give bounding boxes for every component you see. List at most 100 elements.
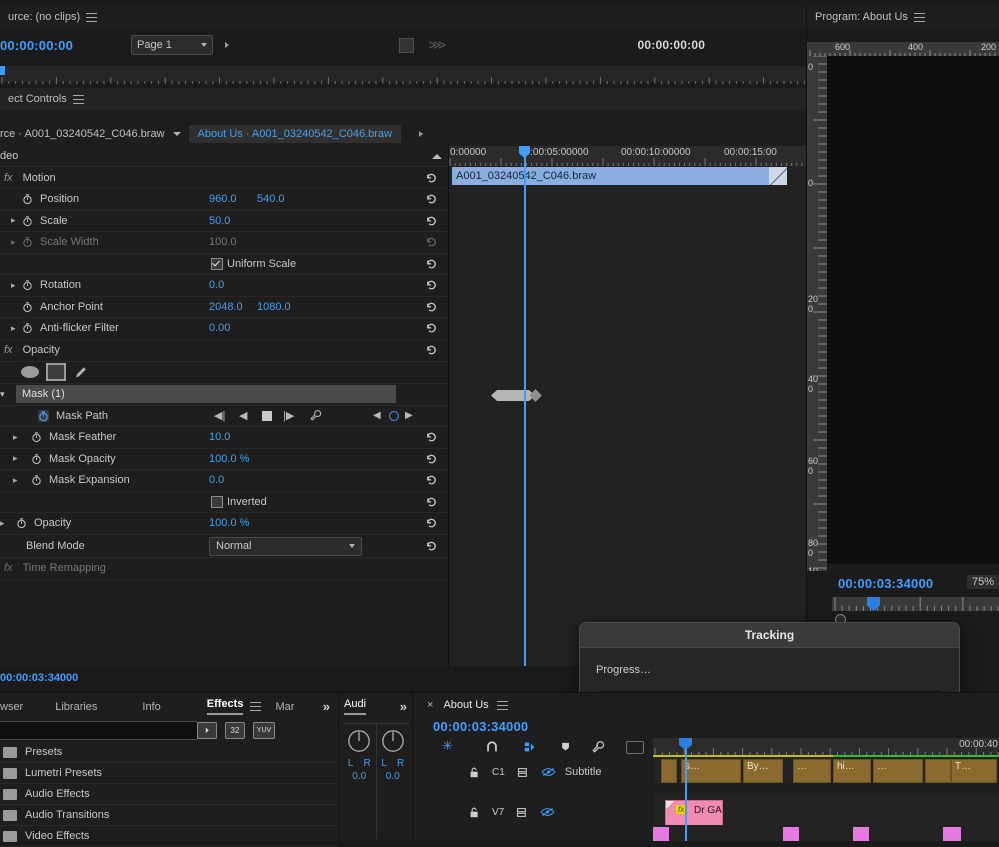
track-stop-icon[interactable] <box>262 410 272 421</box>
wrench-icon[interactable] <box>591 740 605 754</box>
stopwatch-icon[interactable] <box>22 193 33 205</box>
tab-markers[interactable]: Mar <box>275 701 294 713</box>
expand-arrow-icon[interactable]: ▸ <box>13 475 18 486</box>
property-mask-feather[interactable]: ▸ Mask Feather 10.0 <box>0 427 448 449</box>
reset-icon[interactable] <box>425 193 438 206</box>
ellipse-mask-icon[interactable] <box>21 366 39 378</box>
expand-arrow-icon[interactable]: ▸ <box>0 518 5 529</box>
track-clips-v7[interactable]: fx Dr GA <box>653 793 999 826</box>
film-strip-icon[interactable] <box>399 37 415 53</box>
timeline-clip-magenta[interactable] <box>653 827 669 841</box>
unlock-icon[interactable] <box>469 766 480 779</box>
clip-dropdown-icon[interactable] <box>172 132 181 136</box>
timeline-clip-magenta[interactable] <box>943 827 961 841</box>
reset-icon[interactable] <box>425 452 438 465</box>
reset-icon[interactable] <box>425 344 438 357</box>
effect-header-motion[interactable]: fx Motion <box>0 167 448 189</box>
reset-icon[interactable] <box>425 474 438 487</box>
mask-row[interactable]: ▾ Mask (1) <box>0 383 448 406</box>
timeline-clip-magenta[interactable] <box>783 827 799 841</box>
ec-time-ruler[interactable]: 0:00000 00:00:05:00000 00:00:10:00000 00… <box>449 146 807 166</box>
ec-playhead[interactable] <box>524 146 526 666</box>
channel-value[interactable]: 0.0 <box>377 771 410 782</box>
property-value[interactable]: 100.0 % <box>209 453 249 465</box>
property-position[interactable]: Position 960.0 540.0 <box>0 189 448 211</box>
pan-knob-icon[interactable] <box>347 729 371 753</box>
tab-libraries[interactable]: Libraries <box>55 701 97 713</box>
source-time-ruler[interactable] <box>0 66 812 84</box>
track-backward-icon[interactable]: ◀ <box>239 409 247 422</box>
timeline-clip[interactable]: s… <box>681 759 741 783</box>
stopwatch-icon[interactable] <box>22 215 33 227</box>
linked-selection-icon[interactable] <box>523 740 537 754</box>
reset-icon[interactable] <box>425 257 438 270</box>
tab-info[interactable]: Info <box>142 701 160 713</box>
effect-header-time-remapping[interactable]: fx Time Remapping <box>0 558 448 580</box>
snap-in-timeline-icon[interactable]: ✳ <box>442 738 453 754</box>
sync-icon[interactable] <box>517 766 531 779</box>
clip-next-icon[interactable] <box>419 131 423 137</box>
ec-clip-bar[interactable]: A001_03240542_C046.braw <box>452 167 777 185</box>
property-value-y[interactable]: 540.0 <box>257 193 285 205</box>
blend-mode-dropdown[interactable]: Normal <box>209 536 362 556</box>
source-end-timecode[interactable]: 00:00:00:00 <box>638 38 706 52</box>
reset-icon[interactable] <box>425 300 438 313</box>
expand-arrow-icon[interactable]: ▸ <box>11 215 16 226</box>
property-anchor-point[interactable]: Anchor Point 2048.0 1080.0 <box>0 297 448 318</box>
track-clips-bottom[interactable] <box>653 825 999 841</box>
unlock-icon[interactable] <box>469 806 480 819</box>
captions-icon[interactable] <box>626 741 644 754</box>
effect-controls-timeline[interactable]: 0:00000 00:00:05:00000 00:00:10:00000 00… <box>448 146 807 666</box>
page-selector[interactable]: Page 1 <box>131 35 214 55</box>
property-value-x[interactable]: 960.0 <box>209 193 237 205</box>
timeline-clip[interactable]: … <box>793 759 831 783</box>
reset-icon[interactable] <box>425 171 438 184</box>
timeline-close-icon[interactable]: × <box>427 699 433 711</box>
timeline-playhead[interactable] <box>685 738 687 841</box>
property-value[interactable]: 0.0 <box>209 279 224 291</box>
expand-arrow-icon[interactable]: ▸ <box>11 280 16 291</box>
effects-panel-menu-icon[interactable] <box>250 702 262 711</box>
timeline-clip[interactable]: hi… <box>833 759 871 783</box>
32-bit-color-icon[interactable]: 32 <box>225 722 245 739</box>
property-anti-flicker[interactable]: ▸ Anti-flicker Filter 0.00 <box>0 318 448 340</box>
property-mask-opacity[interactable]: ▸ Mask Opacity 100.0 % <box>0 449 448 470</box>
timeline-clip[interactable]: By… <box>743 759 783 783</box>
video-group-header[interactable]: deo <box>0 146 448 167</box>
property-value[interactable]: 0.00 <box>209 322 230 334</box>
stopwatch-icon[interactable] <box>31 453 42 465</box>
stopwatch-icon[interactable] <box>31 431 42 443</box>
property-uniform-scale[interactable]: Uniform Scale <box>0 254 448 275</box>
timeline-tab-label[interactable]: About Us <box>443 699 488 711</box>
rectangle-mask-icon[interactable] <box>46 363 66 381</box>
timeline-clip[interactable] <box>661 759 677 783</box>
mask-path-keyframe-marker[interactable] <box>529 389 542 402</box>
list-item[interactable]: Lumetri Presets <box>0 763 338 784</box>
uniform-scale-checkbox[interactable] <box>211 257 223 270</box>
audio-mixer-tab-label[interactable]: Audi <box>344 698 367 715</box>
accelerated-effects-icon[interactable]: ⏵ <box>197 722 217 739</box>
track-name[interactable]: C1 <box>492 767 505 778</box>
timeline-ruler[interactable]: 00:00:40 <box>653 738 999 755</box>
tab-effects[interactable]: Effects <box>206 698 244 715</box>
stopwatch-icon-active[interactable] <box>38 409 49 422</box>
stopwatch-icon[interactable] <box>22 279 33 291</box>
property-mask-expansion[interactable]: ▸ Mask Expansion 0.0 <box>0 470 448 492</box>
pen-mask-icon[interactable] <box>73 365 88 380</box>
effect-controls-menu-icon[interactable] <box>72 94 84 104</box>
list-item[interactable]: Video Effects <box>0 826 338 847</box>
eye-off-icon[interactable] <box>541 766 556 778</box>
reset-icon[interactable] <box>425 431 438 444</box>
expand-arrow-icon[interactable]: ▸ <box>13 453 18 464</box>
marker-icon[interactable] <box>560 741 571 753</box>
sequence-clip-chip[interactable]: About Us · A001_03240542_C046.braw <box>188 125 401 143</box>
stopwatch-icon[interactable] <box>16 517 27 529</box>
property-value-x[interactable]: 2048.0 <box>209 301 243 313</box>
timeline-timecode[interactable]: 00:00:03:34000 <box>433 719 528 734</box>
timeline-clip[interactable] <box>925 759 951 783</box>
reset-icon[interactable] <box>425 539 438 552</box>
reset-icon[interactable] <box>425 517 438 530</box>
property-value[interactable]: 0.0 <box>209 474 224 486</box>
program-monitor-tab[interactable]: Program: About Us <box>807 6 999 28</box>
effect-header-opacity[interactable]: fx Opacity <box>0 340 448 362</box>
